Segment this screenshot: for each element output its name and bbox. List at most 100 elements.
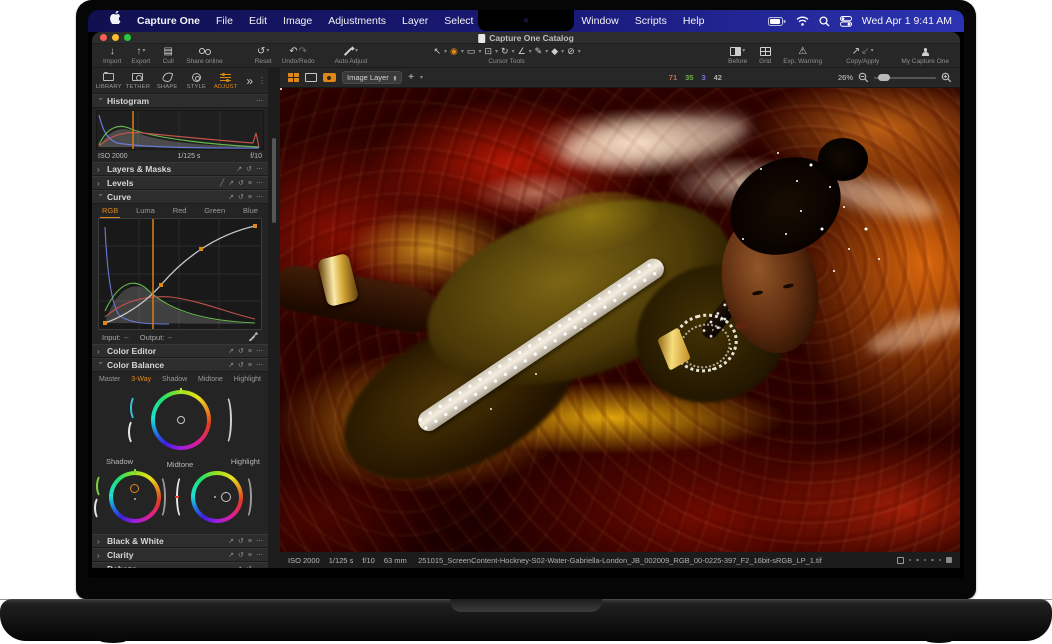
minimize-button[interactable] (112, 34, 119, 41)
more-icon[interactable]: ⋯ (256, 347, 263, 355)
tab-adjust[interactable]: ADJUST (211, 71, 240, 90)
zoom-level[interactable]: 26% (838, 73, 853, 82)
panel-header-clarity[interactable]: › Clarity ↗ ↺ ≡ ⋯ (92, 548, 268, 562)
cull-button[interactable]: ▤ Cull (155, 44, 181, 67)
menu-file[interactable]: File (208, 10, 241, 32)
reset-icon[interactable]: ↺ (238, 347, 244, 355)
tab-shape[interactable]: SHAPE (153, 71, 182, 90)
highlight-color-wheel[interactable] (191, 471, 243, 523)
import-button[interactable]: ↓ Import (98, 44, 126, 67)
cb-tab-master[interactable]: Master (99, 376, 120, 383)
shadow-color-wheel[interactable] (109, 471, 161, 523)
curve-tab-red[interactable]: Red (171, 204, 189, 217)
copy-adjustments-icon[interactable]: ↗ (228, 347, 234, 355)
copy-adjustments-icon[interactable]: ↗ (236, 165, 242, 173)
panel-scrollbar-thumb[interactable] (272, 138, 276, 223)
menu-edit[interactable]: Edit (241, 10, 275, 32)
reset-icon[interactable]: ↺ (246, 565, 252, 568)
curve-tab-luma[interactable]: Luma (134, 204, 157, 217)
tab-overflow-chevrons[interactable]: » (246, 74, 253, 88)
menu-select[interactable]: Select (436, 10, 481, 32)
shadow-saturation-arc2[interactable] (94, 496, 106, 520)
rating-dot[interactable] (909, 559, 912, 562)
menu-scripts[interactable]: Scripts (627, 10, 675, 32)
rating-dot[interactable] (916, 559, 919, 562)
grid-toggle[interactable]: Grid (752, 44, 778, 67)
apple-menu[interactable] (102, 10, 129, 32)
copy-adjustments-icon[interactable]: ↗ (228, 193, 234, 201)
menu-adjustments[interactable]: Adjustments (320, 10, 394, 32)
more-icon[interactable]: ⋯ (256, 537, 263, 545)
single-view-icon[interactable] (305, 73, 317, 82)
more-icon[interactable]: ⋯ (256, 361, 263, 369)
menu-app-name[interactable]: Capture One (129, 10, 208, 32)
reset-icon[interactable]: ↺ (238, 179, 244, 187)
panel-header-dehaze[interactable]: › Dehaze ↗ ↺ ⋯ (92, 562, 268, 568)
shadow-wheel-indicator[interactable] (130, 484, 139, 493)
menu-image[interactable]: Image (275, 10, 320, 32)
cb-tab-shadow[interactable]: Shadow (162, 376, 187, 383)
zoom-out-icon[interactable] (858, 72, 869, 83)
tab-library[interactable]: LIBRARY (94, 71, 123, 90)
copy-adjustments-icon[interactable]: ↗ (228, 537, 234, 545)
select-tool[interactable]: ↖ (432, 46, 442, 57)
presets-icon[interactable]: ≡ (248, 552, 252, 559)
menu-layer[interactable]: Layer (394, 10, 436, 32)
color-tag-filled[interactable] (946, 557, 952, 563)
exposure-warning-toggle[interactable]: ⚠ Exp. Warning (778, 44, 827, 67)
share-online-button[interactable]: Share online (181, 44, 228, 67)
multi-view-icon[interactable] (288, 73, 299, 82)
crop-tool[interactable]: ⊡ (483, 46, 493, 57)
zoom-button[interactable] (124, 34, 131, 41)
reset-icon[interactable]: ↺ (238, 193, 244, 201)
menu-help[interactable]: Help (675, 10, 713, 32)
menu-clock[interactable]: Wed Apr 1 9:41 AM (862, 15, 952, 27)
presets-icon[interactable]: ≡ (248, 362, 252, 369)
more-icon[interactable]: ⋯ (256, 165, 263, 173)
heal-tool[interactable]: ◆ (550, 46, 559, 57)
copy-adjustments-icon[interactable]: ↗ (228, 179, 234, 187)
copy-apply-button[interactable]: ↗↙▾ Copy/Apply (841, 44, 884, 67)
more-icon[interactable]: ⋯ (256, 551, 263, 559)
erase-tool[interactable]: ⊘ (566, 46, 576, 57)
curve-graph[interactable] (98, 218, 262, 330)
panel-header-histogram[interactable]: › Histogram ⋯ (92, 94, 268, 108)
color-tag-checkbox[interactable] (897, 557, 904, 564)
control-center-icon[interactable] (840, 16, 852, 27)
battery-icon[interactable] (768, 17, 786, 26)
rating-dot[interactable] (924, 559, 927, 562)
panel-header-color-balance[interactable]: › Color Balance ↗ ↺ ≡ ⋯ (92, 358, 268, 372)
cb-tab-midtone[interactable]: Midtone (198, 376, 223, 383)
midtone-lightness-arc[interactable] (220, 395, 232, 445)
midtone-saturation-arc2[interactable] (128, 419, 140, 445)
copy-adjustments-icon[interactable]: ↗ (236, 565, 242, 568)
cb-tab-3way[interactable]: 3-Way (131, 376, 151, 383)
midtone-saturation-arc[interactable] (130, 395, 142, 421)
frame-tool[interactable]: ▭ (466, 46, 477, 57)
highlight-wheel-indicator[interactable] (221, 492, 231, 502)
reset-icon[interactable]: ↺ (238, 537, 244, 545)
reset-icon[interactable]: ↺ (238, 361, 244, 369)
panel-header-levels[interactable]: › Levels ╱ ↗ ↺ ≡ ⋯ (92, 176, 268, 190)
draw-mask-tool[interactable]: ✎ (534, 46, 544, 57)
presets-icon[interactable]: ≡ (248, 194, 252, 201)
add-layer-button[interactable]: + (408, 72, 414, 83)
panel-header-curve[interactable]: › Curve ↗ ↺ ≡ ⋯ (92, 190, 268, 204)
more-icon[interactable]: ⋯ (256, 193, 263, 201)
proof-view-icon[interactable] (323, 73, 336, 82)
cb-tab-highlight[interactable]: Highlight (234, 376, 261, 383)
wifi-icon[interactable] (796, 16, 809, 26)
rating-dot[interactable] (931, 559, 934, 562)
close-button[interactable] (100, 34, 107, 41)
zoom-slider[interactable] (874, 77, 936, 79)
reset-icon[interactable]: ↺ (246, 165, 252, 173)
tab-tether[interactable]: TETHER (123, 71, 152, 90)
rating-dot[interactable] (939, 559, 942, 562)
shadow-saturation-arc[interactable] (96, 474, 108, 498)
presets-icon[interactable]: ≡ (248, 348, 252, 355)
layer-select[interactable]: Image Layer ▲▼ (342, 71, 402, 84)
photo-canvas[interactable] (280, 88, 960, 552)
export-button[interactable]: ↑▾ Export (126, 44, 155, 67)
more-icon[interactable]: ⋯ (256, 565, 263, 568)
presets-icon[interactable]: ≡ (248, 180, 252, 187)
